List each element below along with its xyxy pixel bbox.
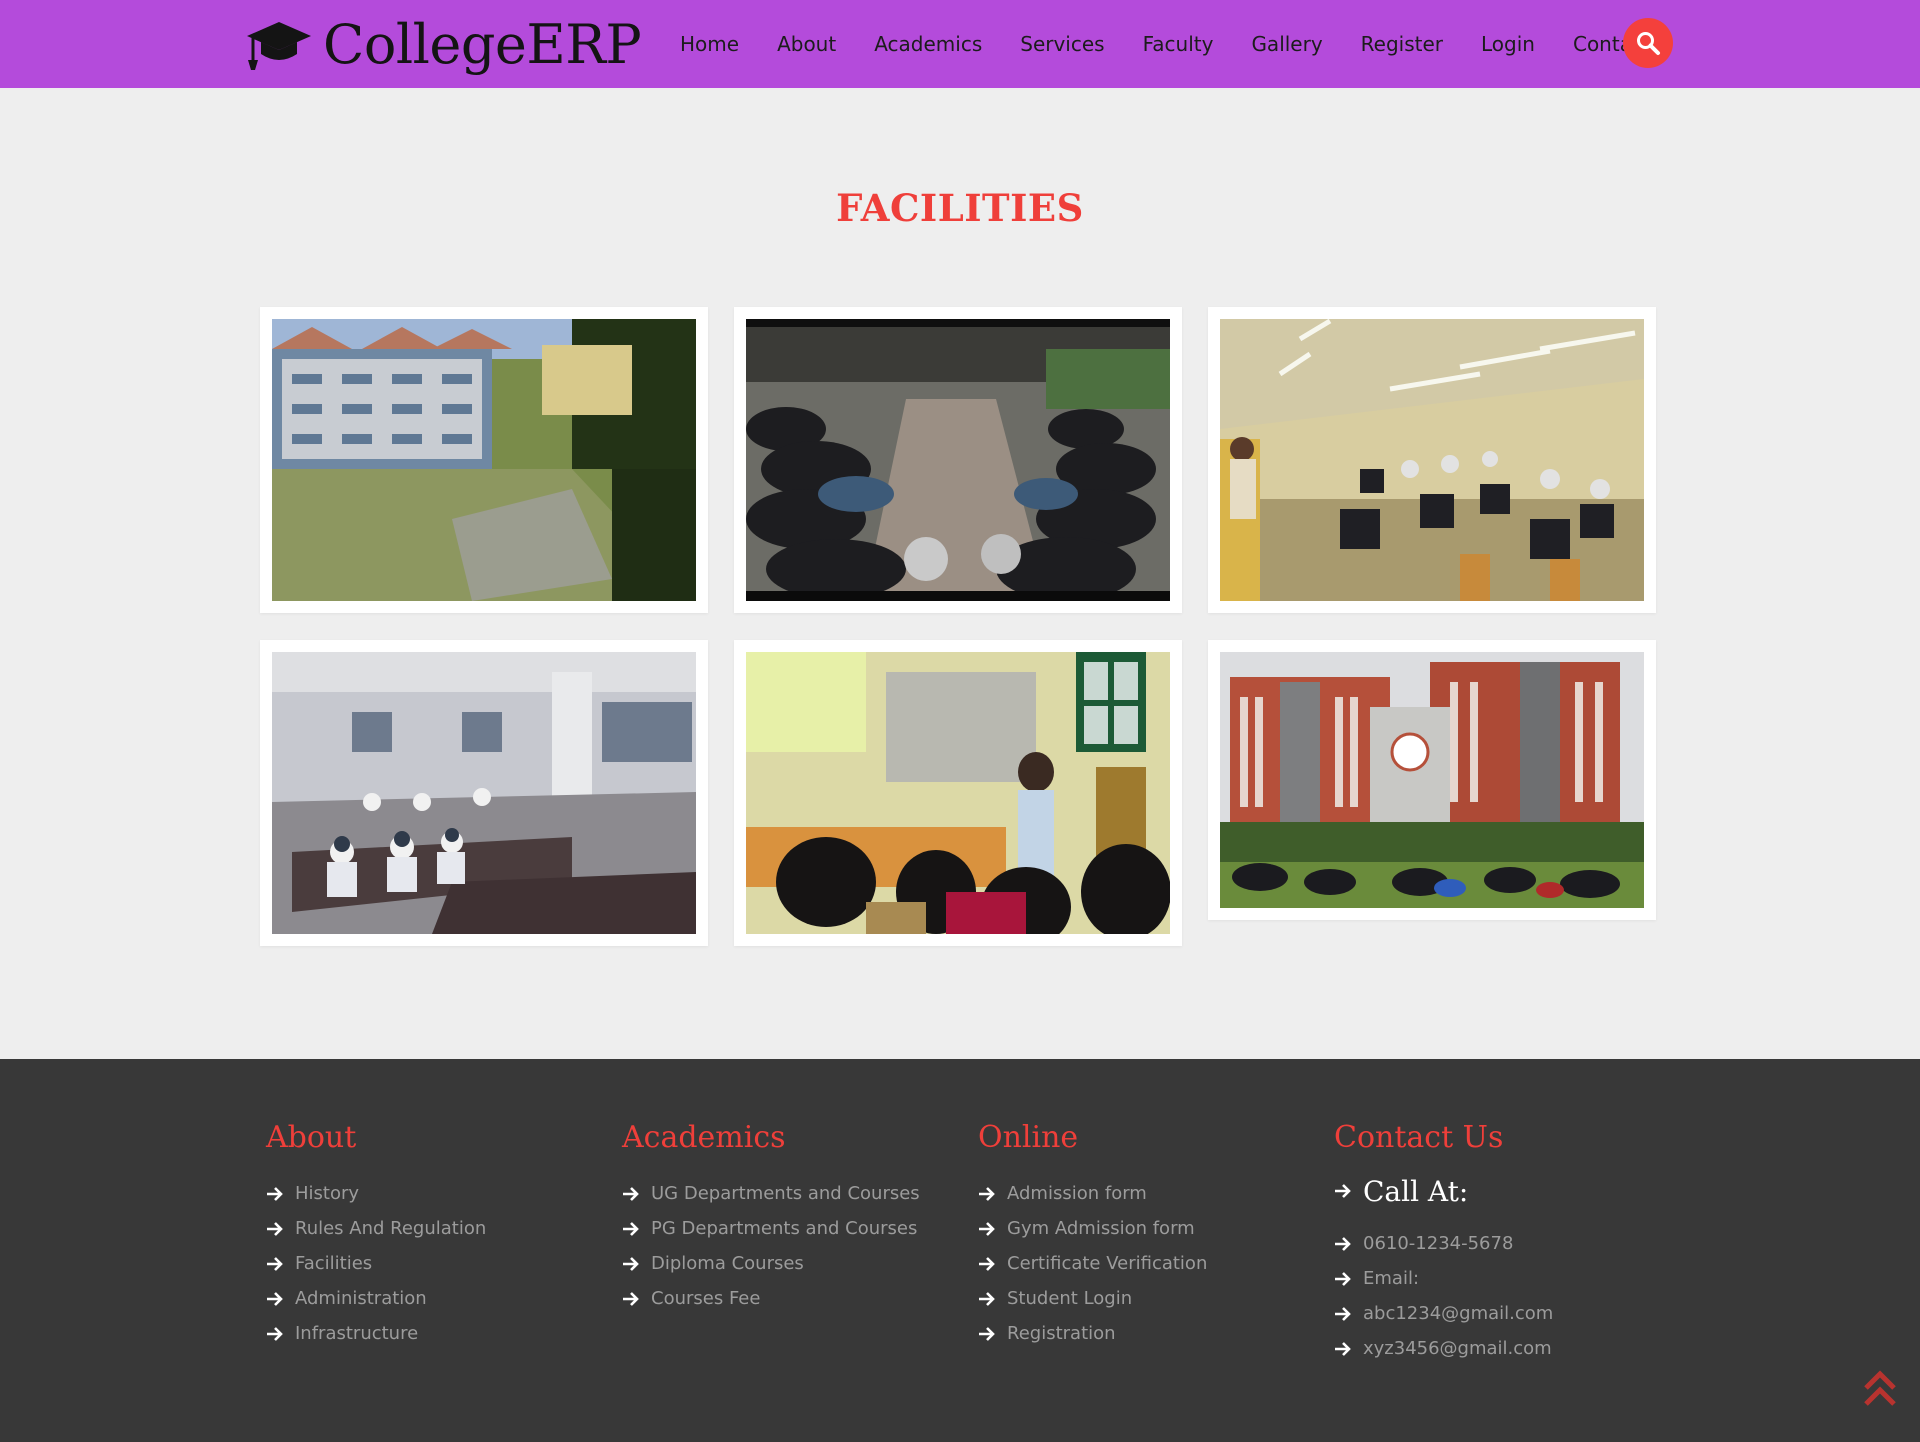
- arrow-right-icon: [267, 1186, 283, 1201]
- arrow-right-icon: [1335, 1236, 1351, 1251]
- facility-card[interactable]: [1208, 307, 1656, 613]
- arrow-right-icon: [1335, 1271, 1351, 1286]
- arrow-right-icon: [623, 1291, 639, 1306]
- footer-link-label: Certificate Verification: [1007, 1253, 1208, 1274]
- footer-contact-column: Contact Us Call At: 0610-1234-5678 Email…: [1334, 1118, 1553, 1366]
- navbar: CollegeERP Home About Academics Services…: [0, 0, 1920, 88]
- facility-card[interactable]: [734, 640, 1182, 946]
- footer-link-administration[interactable]: Administration: [266, 1281, 486, 1316]
- computer-lab-photo: [1220, 319, 1644, 601]
- footer-link-admission[interactable]: Admission form: [978, 1176, 1207, 1211]
- arrow-right-icon: [979, 1256, 995, 1271]
- facility-card[interactable]: [1208, 640, 1656, 920]
- nav-login[interactable]: Login: [1481, 32, 1535, 56]
- seminar-photo: [746, 652, 1170, 934]
- email-label: Email:: [1334, 1261, 1553, 1296]
- arrow-right-icon: [267, 1221, 283, 1236]
- facility-card[interactable]: [734, 307, 1182, 613]
- footer-link-infrastructure[interactable]: Infrastructure: [266, 1316, 486, 1351]
- facility-card[interactable]: [260, 640, 708, 946]
- email-text: xyz3456@gmail.com: [1363, 1338, 1552, 1359]
- arrow-right-icon: [623, 1256, 639, 1271]
- arrow-right-icon: [267, 1291, 283, 1306]
- arrow-right-icon: [1335, 1341, 1351, 1356]
- footer-about-column: About History Rules And Regulation Facil…: [266, 1118, 486, 1351]
- nav-services[interactable]: Services: [1020, 32, 1104, 56]
- email-label-text: Email:: [1363, 1268, 1420, 1289]
- nav-academics[interactable]: Academics: [874, 32, 982, 56]
- footer-link-certificate[interactable]: Certificate Verification: [978, 1246, 1207, 1281]
- nav-gallery[interactable]: Gallery: [1251, 32, 1322, 56]
- footer-link-label: History: [295, 1183, 360, 1204]
- footer-link-history[interactable]: History: [266, 1176, 486, 1211]
- phone-number[interactable]: 0610-1234-5678: [1334, 1226, 1553, 1261]
- footer-link-diploma[interactable]: Diploma Courses: [622, 1246, 920, 1281]
- reading-room-photo: [272, 652, 696, 934]
- arrow-right-icon: [1335, 1306, 1351, 1321]
- footer-link-label: Diploma Courses: [651, 1253, 804, 1274]
- footer-link-rules[interactable]: Rules And Regulation: [266, 1211, 486, 1246]
- campus-building-photo: [272, 319, 696, 601]
- phone-text: 0610-1234-5678: [1363, 1233, 1514, 1254]
- search-icon: [1637, 32, 1660, 55]
- graduation-cap-icon: [247, 22, 311, 70]
- double-chevron-up-icon: [1864, 1370, 1896, 1406]
- email-link[interactable]: abc1234@gmail.com: [1334, 1296, 1553, 1331]
- footer-link-label: Facilities: [295, 1253, 373, 1274]
- arrow-right-icon: [623, 1221, 639, 1236]
- search-button[interactable]: [1623, 18, 1673, 68]
- nav-faculty[interactable]: Faculty: [1143, 32, 1214, 56]
- footer-link-label: Gym Admission form: [1007, 1218, 1195, 1239]
- footer-link-label: Infrastructure: [295, 1323, 419, 1344]
- footer-online-heading: Online: [978, 1120, 1079, 1155]
- email-text: abc1234@gmail.com: [1363, 1303, 1554, 1324]
- footer-link-student-login[interactable]: Student Login: [978, 1281, 1207, 1316]
- bike-parking-photo: [746, 319, 1170, 601]
- footer-link-label: UG Departments and Courses: [651, 1183, 920, 1204]
- nav-home[interactable]: Home: [680, 32, 739, 56]
- footer-academics-heading: Academics: [622, 1120, 786, 1155]
- footer-link-label: PG Departments and Courses: [651, 1218, 918, 1239]
- footer-about-heading: About: [266, 1120, 357, 1155]
- email-link[interactable]: xyz3456@gmail.com: [1334, 1331, 1553, 1366]
- footer-academics-column: Academics UG Departments and Courses PG …: [622, 1118, 920, 1316]
- footer-link-pg[interactable]: PG Departments and Courses: [622, 1211, 920, 1246]
- footer-link-label: Administration: [295, 1288, 427, 1309]
- call-at-heading: Call At:: [1334, 1162, 1553, 1220]
- nav-about[interactable]: About: [777, 32, 836, 56]
- footer-link-label: Rules And Regulation: [295, 1218, 487, 1239]
- footer-link-registration[interactable]: Registration: [978, 1316, 1207, 1351]
- section-title: FACILITIES: [836, 186, 1084, 230]
- footer-contact-heading: Contact Us: [1334, 1120, 1504, 1155]
- nav-register[interactable]: Register: [1361, 32, 1443, 56]
- footer-link-facilities[interactable]: Facilities: [266, 1246, 486, 1281]
- footer-link-fee[interactable]: Courses Fee: [622, 1281, 920, 1316]
- footer-link-gym[interactable]: Gym Admission form: [978, 1211, 1207, 1246]
- arrow-right-icon: [267, 1256, 283, 1271]
- arrow-right-icon: [979, 1186, 995, 1201]
- footer-link-label: Admission form: [1007, 1183, 1147, 1204]
- arrow-right-icon: [979, 1221, 995, 1236]
- footer-online-column: Online Admission form Gym Admission form…: [978, 1118, 1207, 1351]
- footer-link-label: Registration: [1007, 1323, 1116, 1344]
- arrow-right-icon: [623, 1186, 639, 1201]
- arrow-right-icon: [979, 1291, 995, 1306]
- footer-link-label: Student Login: [1007, 1288, 1133, 1309]
- footer-link-label: Courses Fee: [651, 1288, 761, 1309]
- scroll-top-button[interactable]: [1862, 1366, 1898, 1410]
- arrow-right-icon: [979, 1326, 995, 1341]
- facility-card[interactable]: [260, 307, 708, 613]
- brand-name: CollegeERP: [323, 12, 642, 76]
- arrow-right-icon: [267, 1326, 283, 1341]
- main-building-photo: [1220, 652, 1644, 908]
- footer-link-ug[interactable]: UG Departments and Courses: [622, 1176, 920, 1211]
- nav-menu: Home About Academics Services Faculty Ga…: [680, 0, 1651, 88]
- call-at-label: Call At:: [1363, 1174, 1469, 1208]
- brand-logo[interactable]: CollegeERP: [245, 8, 642, 80]
- arrow-right-icon: [1335, 1184, 1351, 1198]
